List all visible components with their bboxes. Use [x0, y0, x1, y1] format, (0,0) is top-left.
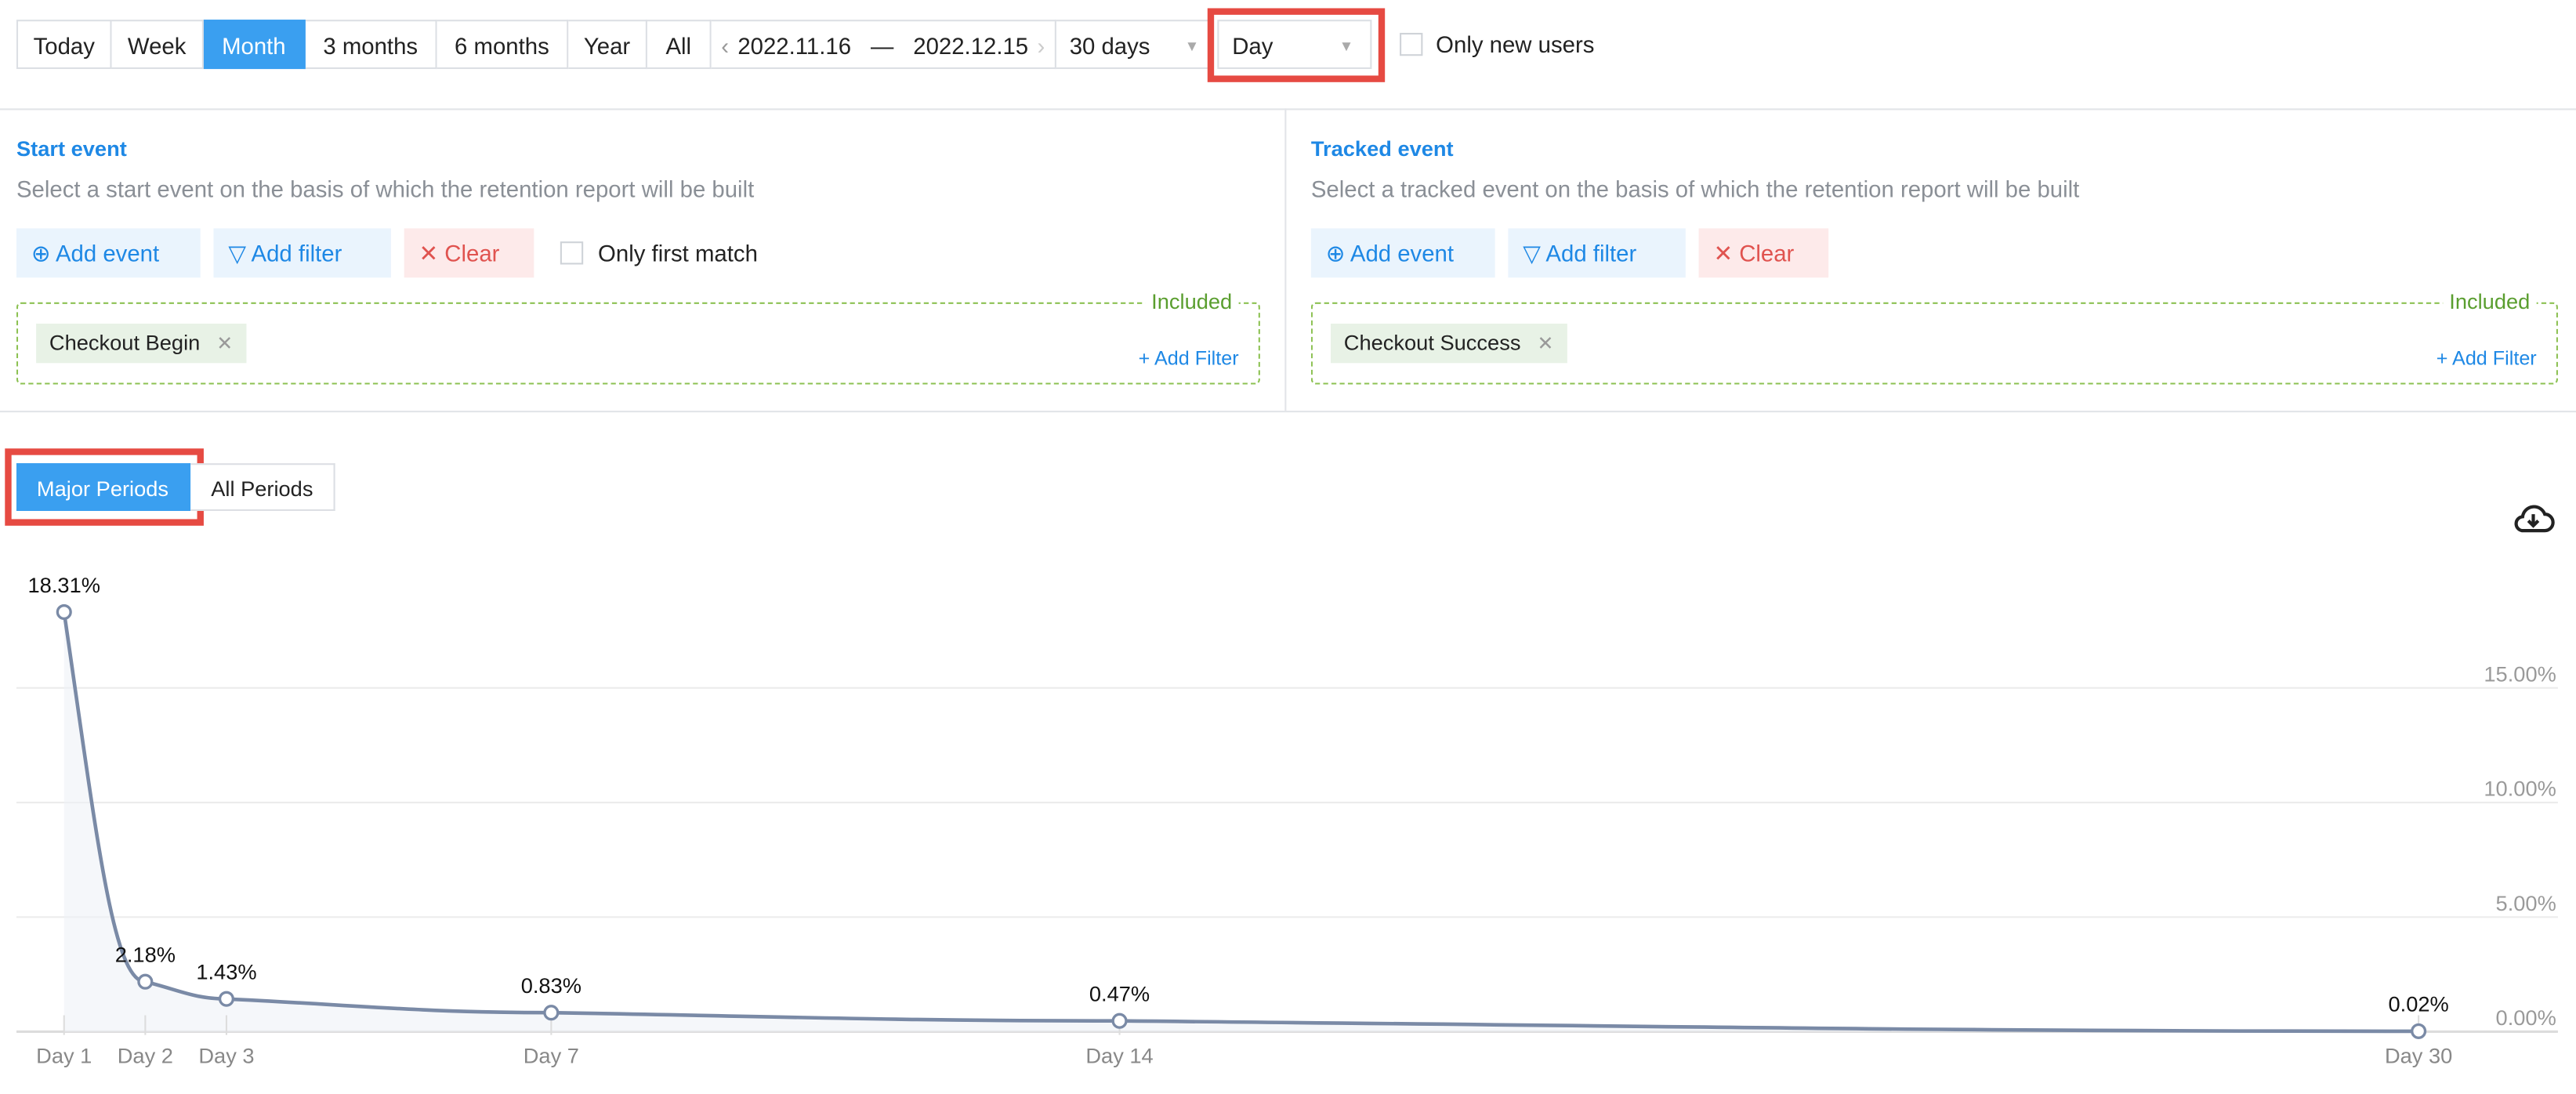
plus-circle-icon: ⊕ [1325, 240, 1346, 266]
start-event-title: Start event [16, 136, 127, 161]
date-separator: — [870, 32, 894, 60]
tracked-clear-button[interactable]: ✕ Clear [1698, 228, 1829, 278]
data-point [1111, 1012, 1128, 1029]
start-clear-button[interactable]: ✕ Clear [404, 228, 534, 278]
x-tick-label: Day 1 [36, 1043, 92, 1067]
period-today[interactable]: Today [16, 20, 112, 70]
x-tick-label: Day 30 [2385, 1043, 2452, 1067]
close-icon: ✕ [1713, 240, 1734, 266]
tracked-event-box: Included Checkout Success ✕ + Add Filter [1310, 288, 2558, 385]
area-fill [63, 612, 2419, 1032]
caret-down-icon: ▼ [1184, 38, 1200, 55]
granularity-value: Day [1232, 32, 1274, 60]
remove-icon[interactable]: ✕ [216, 331, 233, 354]
included-label: Included [2442, 288, 2537, 314]
tab-major-periods[interactable]: Major Periods [16, 463, 191, 511]
only-first-match-checkbox[interactable] [560, 241, 584, 265]
chevron-left-icon[interactable]: ‹ [721, 21, 729, 71]
tab-all-periods[interactable]: All Periods [190, 463, 335, 511]
divider [0, 108, 2576, 110]
tag-add-filter-link[interactable]: + Add Filter [2437, 346, 2537, 369]
divider [0, 411, 2576, 413]
period-6-months[interactable]: 6 months [437, 20, 569, 70]
chevron-right-icon[interactable]: › [1037, 21, 1045, 71]
retention-report: Today Week Month 3 months 6 months Year … [0, 0, 2576, 1094]
start-event-box: Included Checkout Begin ✕ + Add Filter [16, 288, 1260, 385]
tag-add-filter-link[interactable]: + Add Filter [1139, 346, 1239, 369]
granularity-select[interactable]: Day ▼ [1217, 20, 1372, 70]
data-label: 2.18% [115, 943, 176, 967]
period-3-months[interactable]: 3 months [305, 20, 437, 70]
tracked-add-filter-button[interactable]: ▽ Add filter [1508, 228, 1686, 278]
only-new-users-label: Only new users [1436, 31, 1595, 58]
caret-down-icon: ▼ [1339, 38, 1354, 55]
start-add-event-button[interactable]: ⊕ Add event [16, 228, 201, 278]
start-add-filter-button[interactable]: ▽ Add filter [213, 228, 391, 278]
data-label: 0.02% [2388, 992, 2448, 1016]
tracked-event-title: Tracked event [1310, 136, 1454, 161]
data-label: 0.83% [521, 973, 582, 998]
x-tick-label: Day 14 [1085, 1043, 1153, 1067]
range-value: 30 days [1069, 32, 1150, 60]
data-point [2411, 1023, 2427, 1039]
period-all[interactable]: All [647, 20, 712, 70]
y-tick-label: 0.00% [2496, 1005, 2556, 1030]
divider [1284, 108, 1287, 411]
data-point [56, 603, 72, 621]
remove-icon[interactable]: ✕ [1537, 331, 1553, 354]
only-first-match-label: Only first match [598, 240, 758, 266]
x-tick-label: Day 7 [524, 1043, 579, 1067]
data-point [218, 991, 235, 1007]
only-new-users-checkbox[interactable] [1400, 32, 1423, 56]
y-tick-label: 10.00% [2484, 777, 2556, 801]
event-tag: Checkout Success ✕ [1331, 323, 1567, 364]
filter-icon: ▽ [228, 240, 246, 266]
data-label: 18.31% [28, 573, 100, 597]
date-range-picker[interactable]: ‹ 2022.11.16 — 2022.12.15 › [711, 20, 1056, 71]
tracked-add-event-button[interactable]: ⊕ Add event [1310, 228, 1495, 278]
x-tick-label: Day 2 [118, 1043, 173, 1067]
period-week[interactable]: Week [111, 20, 204, 70]
y-tick-label: 15.00% [2484, 661, 2556, 686]
close-icon: ✕ [418, 240, 439, 266]
range-select[interactable]: 30 days ▼ [1056, 20, 1211, 70]
included-label: Included [1144, 288, 1239, 314]
data-point [137, 973, 154, 990]
y-tick-label: 5.00% [2496, 891, 2556, 915]
series-line [62, 611, 2419, 1034]
date-from: 2022.11.16 [737, 32, 852, 60]
retention-chart: 0.00% 5.00% 10.00% 15.00% 18.31% Day 1 2.18% Da… [16, 573, 2558, 1067]
date-to: 2022.12.15 [913, 32, 1029, 60]
event-tag: Checkout Begin ✕ [36, 323, 247, 364]
data-label: 1.43% [196, 960, 256, 984]
data-point [543, 1005, 560, 1021]
period-month[interactable]: Month [203, 20, 306, 70]
data-label: 0.47% [1089, 982, 1150, 1006]
start-event-description: Select a start event on the basis of whi… [16, 176, 755, 202]
period-year[interactable]: Year [568, 20, 647, 70]
x-tick-label: Day 3 [198, 1043, 254, 1067]
tracked-event-description: Select a tracked event on the basis of w… [1310, 176, 2080, 202]
filter-icon: ▽ [1523, 240, 1541, 266]
cloud-download-icon[interactable] [2510, 499, 2556, 538]
plus-circle-icon: ⊕ [31, 240, 51, 266]
